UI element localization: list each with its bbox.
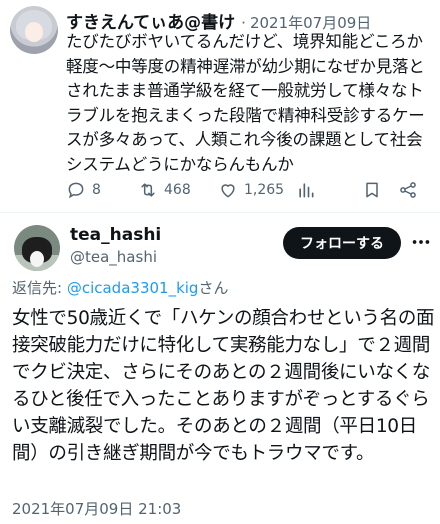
tweet-reply: tea_hashi @tea_hashi フォローする 返信先: @cicada… [0,213,440,524]
share-icon [400,182,416,198]
analytics-icon [299,183,314,198]
display-name[interactable]: tea_hashi [70,225,161,245]
tweet-timestamp[interactable]: 2021年07月09日 21:03 [12,498,181,519]
bookmark-icon [366,182,378,198]
reply-button[interactable]: 8 [66,178,101,202]
avatar[interactable] [10,6,58,54]
analytics-button[interactable] [296,178,322,202]
reply-suffix: さん [198,279,229,297]
retweet-button[interactable]: 468 [138,178,191,202]
tweet-text: 女性で50歳近くで「ハケンの顔合わせという名の面接突破能力だけに特化して実務能力… [12,308,435,464]
reply-prefix: 返信先: [12,279,67,297]
reply-mention-link[interactable]: @cicada3301_kig [67,279,199,297]
like-button[interactable]: 1,265 [218,178,284,202]
user-handle[interactable]: @tea_hashi [70,248,157,266]
bookmark-button[interactable] [362,178,388,202]
share-button[interactable] [398,178,424,202]
tweet-original: すきえんてぃあ@書け · 2021年07月09日 たびたびボヤいてるんだけど、境界知… [0,0,440,212]
reply-icon [68,182,84,199]
tweet-actions: 8 468 1,265 [66,176,426,204]
like-count: 1,265 [244,182,285,198]
avatar[interactable] [14,225,60,271]
like-icon [221,184,235,198]
retweet-count: 468 [164,182,191,198]
tweet-text: たびたびボヤいてるんだけど、境界知能どころか軽度〜中等度の精神遅滞が幼少期になぜ… [66,32,425,174]
more-options-icon[interactable] [410,231,432,253]
reply-to-line: 返信先: @cicada3301_kigさん [12,277,228,298]
reply-count: 8 [92,182,101,198]
tweet-header: すきえんてぃあ@書け · 2021年07月09日 [66,8,436,32]
retweet-icon [141,183,155,197]
follow-button[interactable]: フォローする [283,227,401,259]
